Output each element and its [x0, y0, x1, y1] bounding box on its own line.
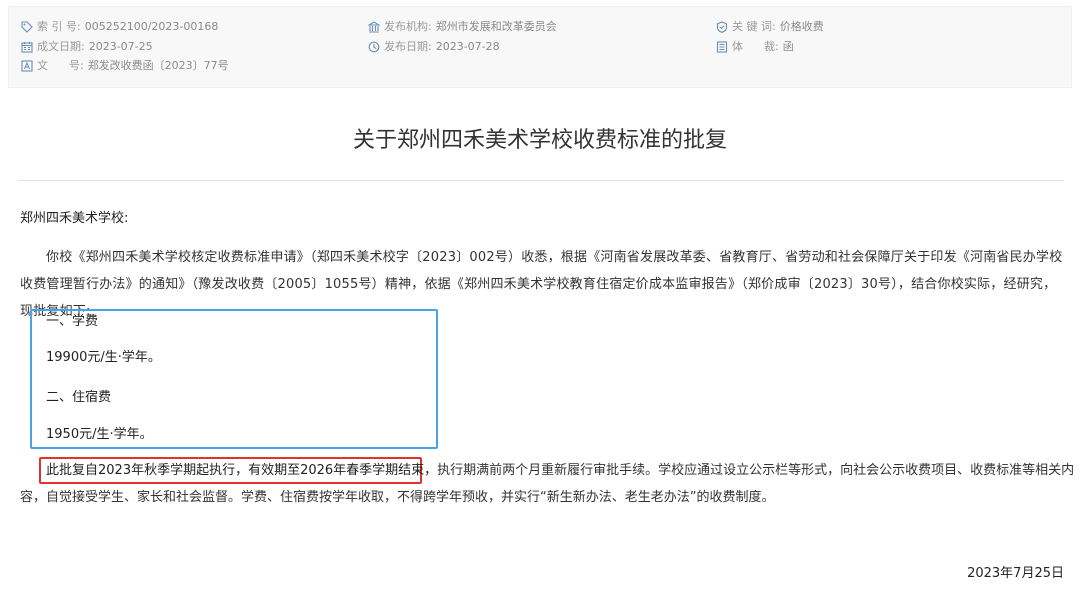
- building-icon: [368, 21, 380, 33]
- meta-genre-value: 函: [782, 40, 794, 53]
- meta-publisher: 发布机构: 郑州市发展和改革委员会: [368, 20, 557, 34]
- meta-index-value: 005252100/2023-00168: [84, 20, 219, 33]
- clock-icon: [368, 41, 380, 53]
- meta-publisher-value: 郑州市发展和改革委员会: [435, 20, 557, 33]
- meta-genre: 体 裁: 函: [716, 40, 794, 54]
- meta-docnum-value: 郑发改收费函〔2023〕77号: [87, 59, 229, 72]
- body-paragraph-2-line-1: 此批复自2023年秋季学期起执行，有效期至2026年春季学期结束，执行期满前两个…: [46, 462, 1074, 480]
- meta-docnum-label: 文 号:: [37, 59, 84, 72]
- document-date: 2023年7月25日: [967, 566, 1064, 581]
- addressee: 郑州四禾美术学校:: [20, 211, 129, 226]
- document-title: 关于郑州四禾美术学校收费标准的批复: [352, 128, 727, 153]
- meta-keywords: 关 键 词: 价格收费: [716, 20, 824, 34]
- meta-index: 索 引 号: 005252100/2023-00168: [21, 20, 218, 34]
- meta-published: 发布日期: 2023-07-28: [368, 40, 500, 54]
- shield-icon: [716, 21, 728, 33]
- approval-procedure-text: 执行期满前两个月重新履行审批手续。学校应通过设立公示栏等形式，向社会公示收费项目…: [437, 463, 1075, 478]
- fee-1-heading: 一、学费: [46, 314, 99, 329]
- meta-published-value: 2023-07-28: [435, 40, 500, 53]
- meta-docnum: 文 号: 郑发改收费函〔2023〕77号: [21, 59, 229, 73]
- meta-keywords-value: 价格收费: [779, 20, 824, 33]
- meta-genre-label: 体 裁:: [732, 40, 779, 53]
- fee-1-value: 19900元/生·学年。: [46, 350, 161, 365]
- meta-created-value: 2023-07-25: [88, 40, 153, 53]
- text-box-icon: [21, 60, 33, 72]
- meta-keywords-label: 关 键 词:: [732, 20, 776, 33]
- document-meta-panel: [8, 6, 1072, 88]
- tag-icon: [21, 21, 33, 33]
- validity-period-text: 此批复自2023年秋季学期起执行，有效期至2026年春季学期结束，: [46, 463, 438, 478]
- meta-index-label: 索 引 号:: [37, 20, 81, 33]
- calendar-icon: [21, 41, 33, 53]
- list-icon: [716, 41, 728, 53]
- meta-created-label: 成文日期:: [37, 40, 85, 53]
- fee-2-value: 1950元/生·学年。: [46, 427, 153, 442]
- fee-2-heading: 二、住宿费: [46, 390, 112, 405]
- meta-created: 成文日期: 2023-07-25: [21, 40, 153, 54]
- meta-publisher-label: 发布机构:: [384, 20, 432, 33]
- meta-published-label: 发布日期:: [384, 40, 432, 53]
- title-divider: [18, 180, 1064, 181]
- body-paragraph-2-line-2: 容，自觉接受学生、家长和社会监督。学费、住宿费按学年收取，不得跨学年预收，并实行…: [20, 490, 775, 505]
